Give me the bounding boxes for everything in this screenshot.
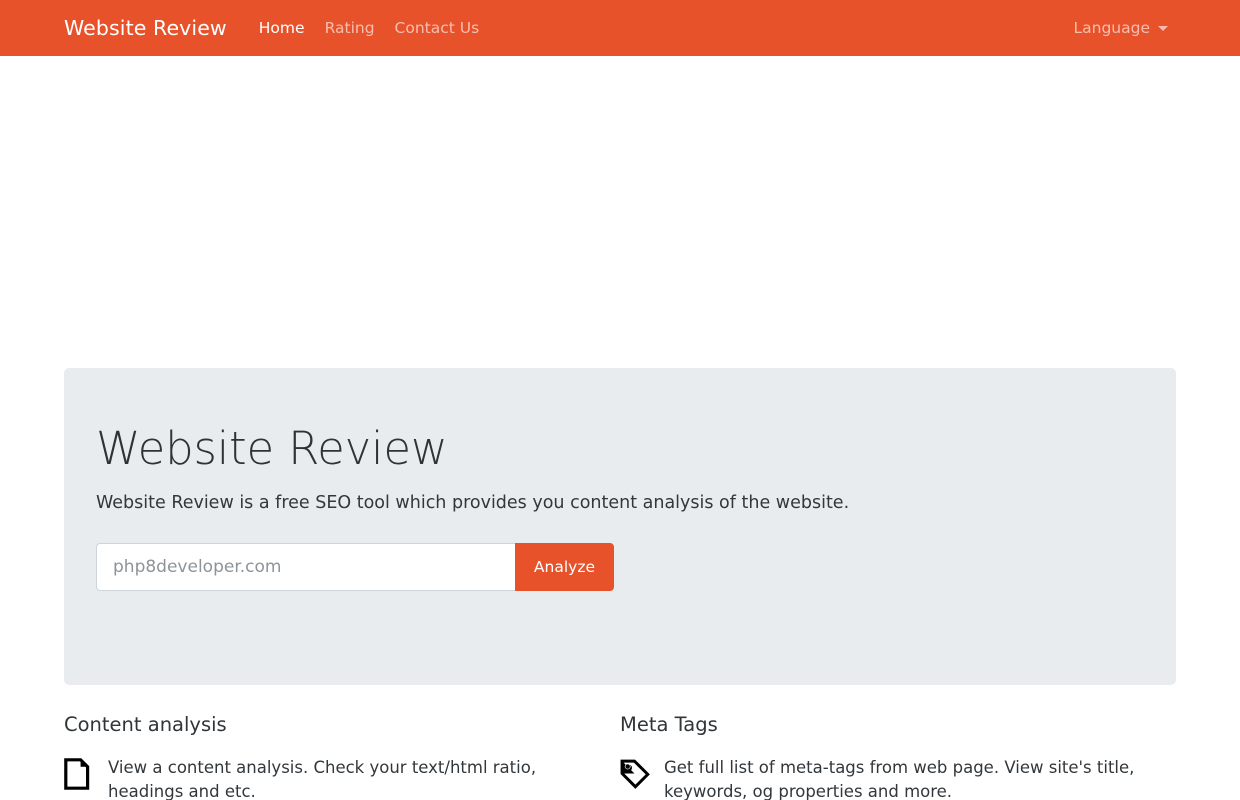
hero-jumbotron: Website Review Website Review is a free … bbox=[64, 368, 1176, 685]
feature-meta-tags: Meta Tags Get full list of meta-tags fro… bbox=[620, 713, 1176, 800]
page-subtitle: Website Review is a free SEO tool which … bbox=[96, 493, 850, 514]
feature-description: View a content analysis. Check your text… bbox=[108, 758, 537, 800]
page-title: Website Review bbox=[96, 422, 448, 475]
feature-body: View a content analysis. Check your text… bbox=[64, 756, 604, 800]
feature-heading: Meta Tags bbox=[620, 713, 718, 736]
chevron-down-icon bbox=[1158, 25, 1168, 31]
nav-link-contact-us[interactable]: Contact Us bbox=[385, 19, 490, 37]
primary-nav: Home Rating Contact Us bbox=[249, 19, 489, 37]
language-dropdown-label: Language bbox=[1073, 19, 1151, 37]
brand-logo-link[interactable]: Website Review bbox=[64, 16, 227, 40]
analyze-button[interactable]: Analyze bbox=[514, 542, 614, 591]
nav-link-rating[interactable]: Rating bbox=[315, 19, 385, 37]
feature-body: Get full list of meta-tags from web page… bbox=[620, 756, 1176, 800]
language-dropdown-toggle[interactable]: Language bbox=[1073, 19, 1168, 37]
features-section: Content analysis View a content analysis… bbox=[64, 713, 1176, 800]
advertisement-slot bbox=[0, 56, 1240, 368]
url-search-group: Analyze bbox=[96, 542, 614, 591]
page-container: Website Review Website Review is a free … bbox=[64, 368, 1176, 800]
feature-content-analysis: Content analysis View a content analysis… bbox=[64, 713, 620, 800]
nav-link-home[interactable]: Home bbox=[249, 19, 315, 37]
navbar-right-section: Language bbox=[1073, 19, 1168, 37]
feature-description: Get full list of meta-tags from web page… bbox=[664, 758, 1135, 800]
feature-heading: Content analysis bbox=[64, 713, 227, 736]
price-tag-icon bbox=[620, 758, 650, 792]
top-navbar: Website Review Home Rating Contact Us La… bbox=[0, 0, 1240, 56]
file-document-icon bbox=[64, 758, 94, 792]
url-input[interactable] bbox=[96, 542, 515, 591]
